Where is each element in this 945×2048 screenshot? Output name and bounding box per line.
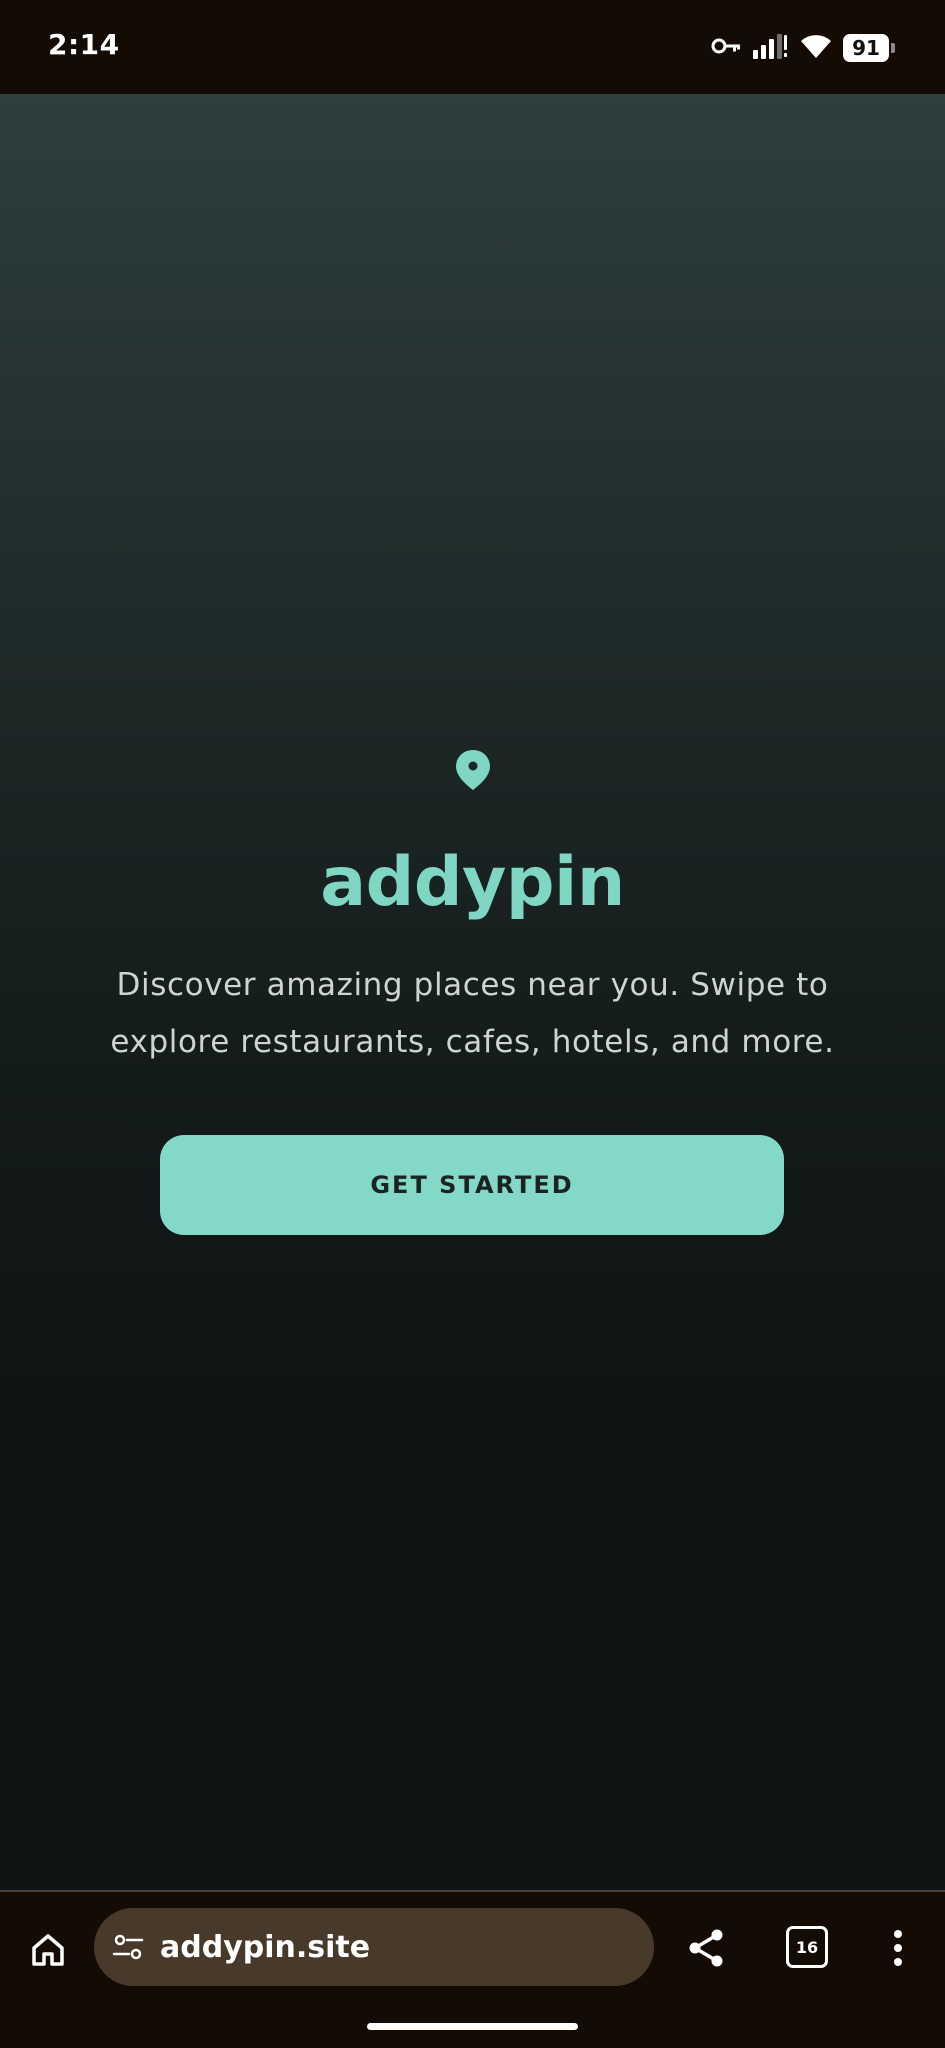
home-icon[interactable]	[26, 1928, 70, 1972]
status-icons: 91	[711, 30, 895, 66]
screen: 2:14 91 addypin Discover amazing places …	[0, 0, 945, 2048]
tab-count: 16	[795, 1937, 819, 1957]
vpn-key-icon	[711, 36, 741, 61]
wifi-icon	[799, 32, 833, 65]
status-time: 2:14	[48, 28, 120, 61]
map-pin-icon	[453, 748, 493, 792]
status-bar: 2:14 91	[0, 0, 945, 94]
address-bar[interactable]: addypin.site	[94, 1908, 654, 1986]
landing-page: addypin Discover amazing places near you…	[0, 94, 945, 1890]
battery-icon: 91	[843, 34, 895, 62]
brand-logo-text: addypin	[320, 843, 625, 922]
site-settings-icon[interactable]	[110, 1929, 146, 1965]
url-text: addypin.site	[160, 1929, 371, 1965]
get-started-button[interactable]: GET STARTED	[160, 1135, 784, 1235]
hero: addypin Discover amazing places near you…	[0, 748, 945, 1071]
signal-icon	[751, 32, 789, 65]
more-icon[interactable]	[880, 1926, 916, 1970]
tabs-icon[interactable]: 16	[786, 1926, 828, 1968]
tagline: Discover amazing places near you. Swipe …	[110, 967, 835, 1060]
browser-toolbar: addypin.site 16	[0, 1890, 945, 2048]
share-icon[interactable]	[684, 1926, 728, 1970]
battery-level: 91	[852, 36, 880, 60]
home-indicator[interactable]	[367, 2023, 578, 2030]
